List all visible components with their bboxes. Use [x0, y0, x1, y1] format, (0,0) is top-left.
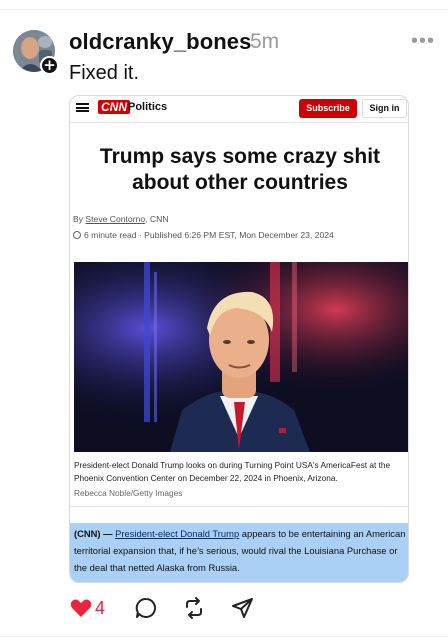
like-button[interactable]: [69, 596, 93, 622]
more-horizontal-icon[interactable]: •••: [411, 30, 435, 53]
cnn-logo: CNN: [98, 100, 130, 114]
article-body: (CNN) — President-elect Donald Trump app…: [74, 525, 408, 576]
article-photo: [74, 262, 408, 452]
repost-button[interactable]: [182, 596, 206, 622]
repost-icon: [186, 597, 202, 619]
section-label: Politics: [128, 101, 168, 113]
body-link: President-elect Donald Trump: [115, 528, 240, 539]
follow-plus-icon[interactable]: +: [40, 56, 59, 75]
byline-suffix: , CNN: [145, 214, 169, 224]
username[interactable]: oldcranky_bones: [69, 29, 251, 55]
heart-icon: [70, 599, 92, 617]
subscribe-button: Subscribe: [299, 99, 357, 118]
signin-button: Sign in: [362, 99, 407, 118]
share-button[interactable]: [231, 596, 255, 622]
photo-caption: President-elect Donald Trump looks on du…: [74, 460, 391, 483]
reply-button[interactable]: [134, 596, 158, 622]
article-meta: 6 minute read · Published 6:26 PM EST, M…: [73, 230, 334, 240]
comment-icon: [135, 597, 157, 618]
clock-icon: [73, 231, 81, 239]
article-byline: By Steve Contorno, CNN: [73, 214, 169, 224]
bottom-divider: [0, 636, 448, 637]
post-text: Fixed it.: [69, 62, 140, 84]
byline-prefix: By: [73, 214, 86, 224]
photo-credit: Rebecca Noble/Getty Images: [74, 488, 183, 498]
send-icon: [232, 598, 253, 618]
article-headline: Trump says some crazy shit about other c…: [99, 145, 381, 194]
caption-divider: [70, 506, 408, 507]
article-meta-text: 6 minute read · Published 6:26 PM EST, M…: [84, 230, 334, 240]
body-lead: (CNN) —: [74, 528, 116, 539]
top-divider: [0, 0, 448, 10]
attached-screenshot[interactable]: CNN Politics Subscribe Sign in Trump say…: [69, 95, 409, 583]
post-actions: 4: [0, 596, 448, 624]
byline-author: Steve Contorno: [85, 214, 146, 224]
post-timestamp: 5m: [250, 30, 280, 53]
like-count: 4: [95, 598, 106, 618]
hamburger-menu-icon: [76, 103, 89, 112]
nav-divider: [70, 122, 408, 123]
